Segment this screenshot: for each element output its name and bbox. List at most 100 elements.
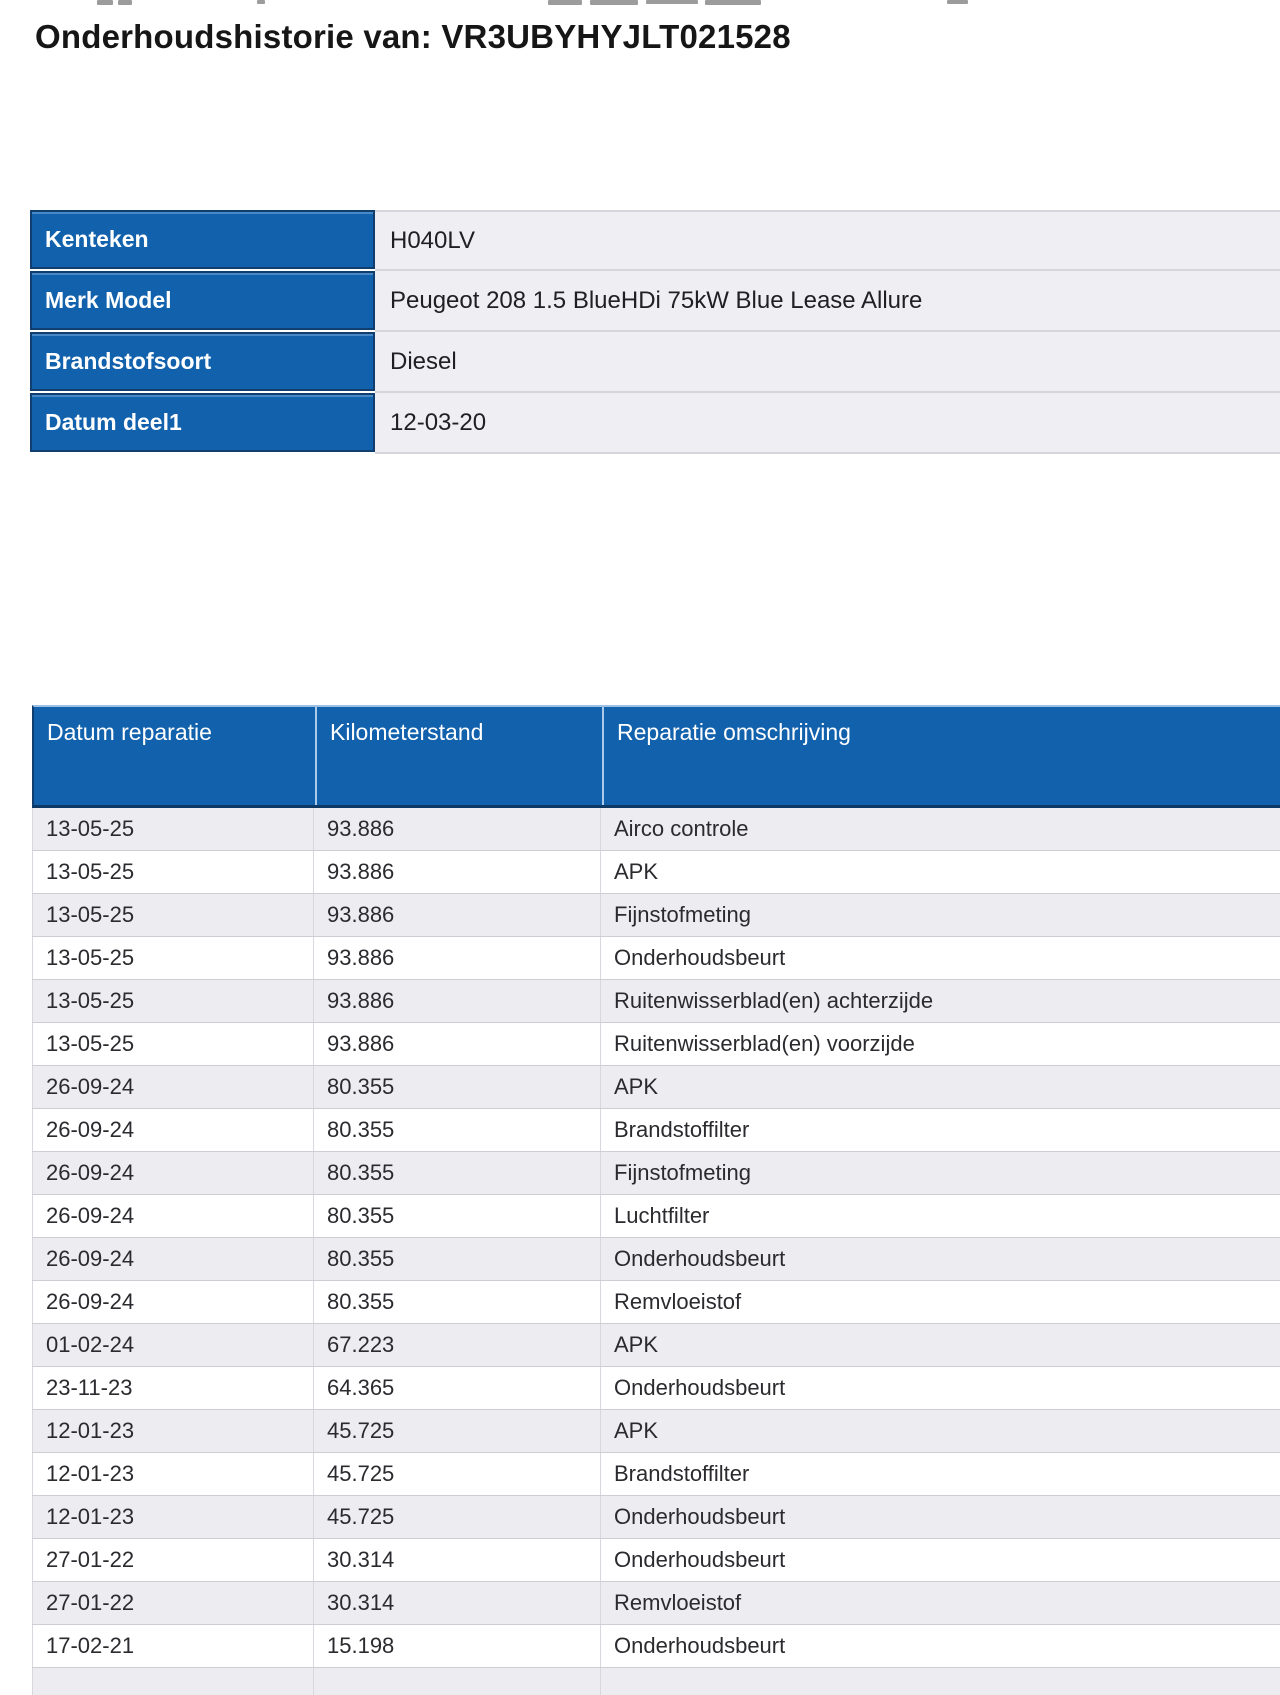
table-row: 13-05-25 93.886 Airco controle	[32, 808, 1280, 851]
repair-date-cell: 12-01-23	[32, 1453, 313, 1495]
vehicle-info-row: Brandstofsoort Diesel	[30, 332, 1280, 393]
repair-description-cell: Fijnstofmeting	[600, 894, 1280, 936]
mileage-cell: 93.886	[313, 980, 600, 1022]
empty-cell	[32, 1668, 313, 1695]
table-row: 26-09-24 80.355 Fijnstofmeting	[32, 1152, 1280, 1195]
repair-description-cell: Ruitenwisserblad(en) achterzijde	[600, 980, 1280, 1022]
vehicle-info-value: H040LV	[375, 210, 1280, 271]
mileage-cell: 93.886	[313, 1023, 600, 1065]
vehicle-info-row: Kenteken H040LV	[30, 210, 1280, 271]
table-row: 26-09-24 80.355 Remvloeistof	[32, 1281, 1280, 1324]
table-row: 26-09-24 80.355 Onderhoudsbeurt	[32, 1238, 1280, 1281]
repair-description-cell: Onderhoudsbeurt	[600, 1539, 1280, 1581]
column-header-kilometerstand: Kilometerstand	[315, 707, 602, 805]
table-row: 27-01-22 30.314 Remvloeistof	[32, 1582, 1280, 1625]
vehicle-info-row: Datum deel1 12-03-20	[30, 393, 1280, 454]
repair-date-cell: 26-09-24	[32, 1195, 313, 1237]
repair-description-cell: Ruitenwisserblad(en) voorzijde	[600, 1023, 1280, 1065]
table-row: 26-09-24 80.355 APK	[32, 1066, 1280, 1109]
mileage-cell: 93.886	[313, 937, 600, 979]
mileage-cell: 64.365	[313, 1367, 600, 1409]
mileage-cell: 93.886	[313, 851, 600, 893]
repair-description-cell: APK	[600, 1066, 1280, 1108]
vehicle-info-row: Merk Model Peugeot 208 1.5 BlueHDi 75kW B…	[30, 271, 1280, 332]
page-title: Onderhoudshistorie van: VR3UBYHYJLT02152…	[35, 18, 791, 55]
mileage-cell: 45.725	[313, 1496, 600, 1538]
mileage-cell: 30.314	[313, 1582, 600, 1624]
repair-date-cell: 13-05-25	[32, 894, 313, 936]
repair-description-cell: APK	[600, 1324, 1280, 1366]
table-row: 12-01-23 45.725 Brandstoffilter	[32, 1453, 1280, 1496]
table-row: 13-05-25 93.886 Onderhoudsbeurt	[32, 937, 1280, 980]
vehicle-info-value: 12-03-20	[375, 393, 1280, 454]
table-row: 13-05-25 93.886 Ruitenwisserblad(en) achte…	[32, 980, 1280, 1023]
vehicle-info-value: Diesel	[375, 332, 1280, 393]
mileage-cell: 67.223	[313, 1324, 600, 1366]
table-row: 17-02-21 15.198 Onderhoudsbeurt	[32, 1625, 1280, 1668]
table-row: 26-09-24 80.355 Brandstoffilter	[32, 1109, 1280, 1152]
mileage-cell: 80.355	[313, 1109, 600, 1151]
mileage-cell: 80.355	[313, 1152, 600, 1194]
repair-date-cell: 23-11-23	[32, 1367, 313, 1409]
history-table-header: Datum reparatie Kilometerstand Reparatie…	[32, 705, 1280, 808]
repair-description-cell: Remvloeistof	[600, 1582, 1280, 1624]
repair-date-cell: 13-05-25	[32, 1023, 313, 1065]
repair-date-cell: 26-09-24	[32, 1066, 313, 1108]
repair-description-cell: Fijnstofmeting	[600, 1152, 1280, 1194]
table-row-partial	[32, 1668, 1280, 1695]
repair-date-cell: 26-09-24	[32, 1152, 313, 1194]
column-header-reparatie-omschrijving: Reparatie omschrijving	[602, 707, 1280, 805]
repair-description-cell: Luchtfilter	[600, 1195, 1280, 1237]
vehicle-info-label: Datum deel1	[30, 393, 375, 452]
repair-date-cell: 13-05-25	[32, 980, 313, 1022]
vehicle-info-label: Brandstofsoort	[30, 332, 375, 391]
mileage-cell: 80.355	[313, 1195, 600, 1237]
repair-description-cell: Onderhoudsbeurt	[600, 1238, 1280, 1280]
mileage-cell: 93.886	[313, 808, 600, 850]
table-row: 13-05-25 93.886 APK	[32, 851, 1280, 894]
repair-date-cell: 26-09-24	[32, 1109, 313, 1151]
repair-description-cell: Onderhoudsbeurt	[600, 1625, 1280, 1667]
cropped-text-fragments	[0, 0, 1280, 8]
mileage-cell: 80.355	[313, 1238, 600, 1280]
vehicle-info-table: Kenteken H040LV Merk Model Peugeot 208 1.5 …	[30, 210, 1280, 454]
repair-description-cell: Remvloeistof	[600, 1281, 1280, 1323]
empty-cell	[313, 1668, 600, 1695]
repair-description-cell: Brandstoffilter	[600, 1109, 1280, 1151]
repair-description-cell: Brandstoffilter	[600, 1453, 1280, 1495]
empty-cell	[600, 1668, 1280, 1695]
repair-date-cell: 27-01-22	[32, 1582, 313, 1624]
table-row: 12-01-23 45.725 APK	[32, 1410, 1280, 1453]
table-row: 27-01-22 30.314 Onderhoudsbeurt	[32, 1539, 1280, 1582]
repair-description-cell: Onderhoudsbeurt	[600, 937, 1280, 979]
mileage-cell: 93.886	[313, 894, 600, 936]
vehicle-info-value: Peugeot 208 1.5 BlueHDi 75kW Blue Lease …	[375, 271, 1280, 332]
repair-date-cell: 13-05-25	[32, 851, 313, 893]
repair-date-cell: 26-09-24	[32, 1281, 313, 1323]
mileage-cell: 45.725	[313, 1410, 600, 1452]
history-table-body: 13-05-25 93.886 Airco controle 13-05-25 93.8…	[32, 808, 1280, 1695]
repair-description-cell: Onderhoudsbeurt	[600, 1367, 1280, 1409]
repair-description-cell: APK	[600, 1410, 1280, 1452]
repair-description-cell: APK	[600, 851, 1280, 893]
vehicle-info-label: Merk Model	[30, 271, 375, 330]
mileage-cell: 80.355	[313, 1066, 600, 1108]
mileage-cell: 15.198	[313, 1625, 600, 1667]
repair-date-cell: 26-09-24	[32, 1238, 313, 1280]
repair-date-cell: 01-02-24	[32, 1324, 313, 1366]
table-row: 01-02-24 67.223 APK	[32, 1324, 1280, 1367]
repair-date-cell: 12-01-23	[32, 1410, 313, 1452]
table-row: 12-01-23 45.725 Onderhoudsbeurt	[32, 1496, 1280, 1539]
mileage-cell: 45.725	[313, 1453, 600, 1495]
repair-date-cell: 13-05-25	[32, 937, 313, 979]
repair-date-cell: 27-01-22	[32, 1539, 313, 1581]
vehicle-info-label: Kenteken	[30, 210, 375, 269]
table-row: 23-11-23 64.365 Onderhoudsbeurt	[32, 1367, 1280, 1410]
repair-description-cell: Onderhoudsbeurt	[600, 1496, 1280, 1538]
table-row: 26-09-24 80.355 Luchtfilter	[32, 1195, 1280, 1238]
repair-date-cell: 17-02-21	[32, 1625, 313, 1667]
repair-date-cell: 12-01-23	[32, 1496, 313, 1538]
column-header-datum-reparatie: Datum reparatie	[47, 719, 212, 745]
mileage-cell: 80.355	[313, 1281, 600, 1323]
repair-description-cell: Airco controle	[600, 808, 1280, 850]
